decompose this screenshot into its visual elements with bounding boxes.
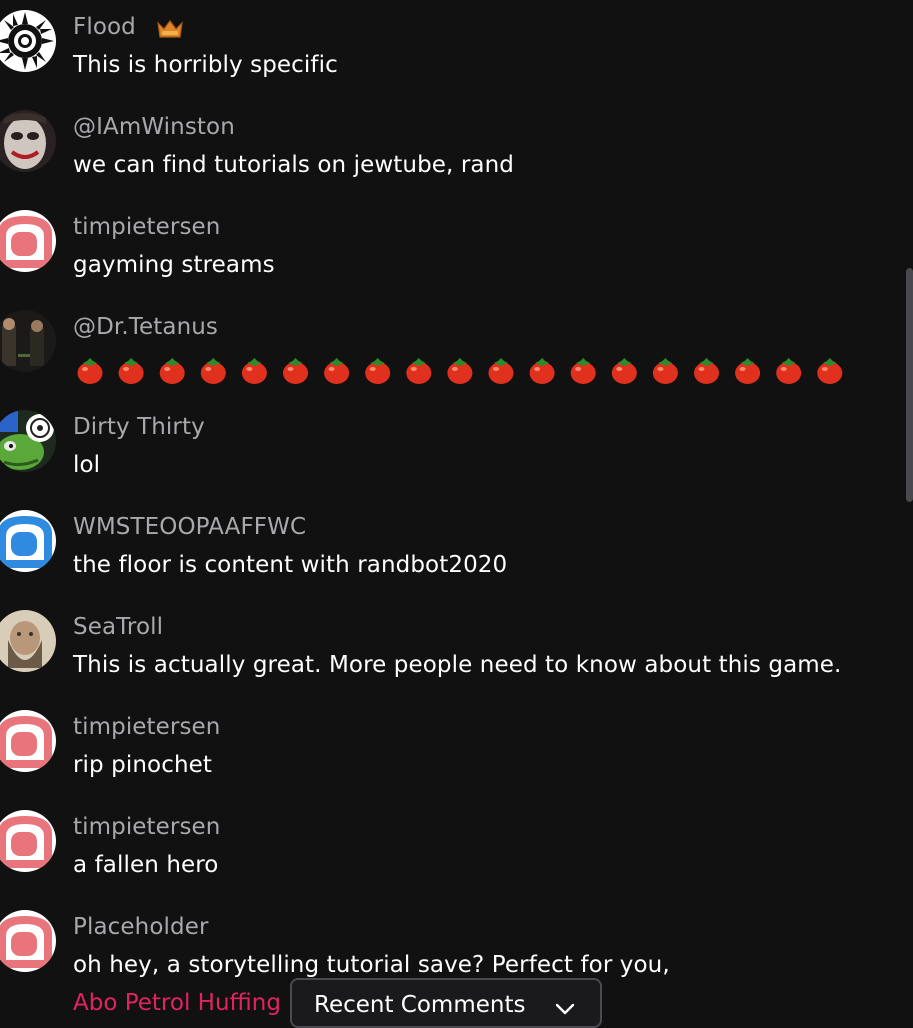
chat-message: @Dr.Tetanus [0, 300, 900, 400]
avatar[interactable] [0, 610, 56, 672]
message-text: This is horribly specific [73, 52, 338, 78]
movie-still-avatar-icon [0, 310, 56, 372]
avatar[interactable] [0, 910, 56, 972]
tomato-emote-icon [241, 358, 267, 384]
crown-badge-icon [157, 20, 183, 38]
avatar[interactable] [0, 10, 56, 72]
username[interactable]: timpietersen [73, 814, 221, 840]
message-text: the floor is content with randbot2020 [73, 552, 508, 578]
chat-message: @IAmWinston we can find tutorials on jew… [0, 100, 900, 200]
default-pink-avatar-icon [0, 210, 56, 272]
tomato-emote-icon [694, 358, 719, 384]
chat-feed: Flood This is horribly specific @IAmWins… [0, 0, 913, 1016]
default-pink-avatar-icon [0, 710, 56, 772]
avatar[interactable] [0, 210, 56, 272]
tomato-emote-icon [817, 358, 843, 384]
tomato-emote-icon [324, 358, 350, 384]
tomato-emote-icon [200, 358, 226, 384]
tomato-emote-icon [406, 358, 432, 384]
username[interactable]: SeaTroll [73, 614, 163, 640]
username[interactable]: @Dr.Tetanus [73, 314, 218, 340]
tomato-emote-icon [447, 358, 473, 384]
username[interactable]: Placeholder [73, 914, 209, 940]
tomato-emote-icon [611, 358, 637, 384]
chat-message: Flood This is horribly specific [0, 0, 900, 100]
chat-message: timpietersen a fallen hero [0, 800, 900, 900]
joker-face-avatar-icon [0, 110, 56, 172]
recent-comments-button[interactable]: Recent Comments [290, 978, 602, 1028]
tomato-emote-icon [365, 358, 391, 384]
tomato-emote-icon [118, 358, 144, 384]
chat-message: timpietersen rip pinochet [0, 700, 900, 800]
chat-message: WMSTEOOPAAFFWC the floor is content with… [0, 500, 900, 600]
sun-burst-avatar-icon [0, 10, 56, 72]
tomato-emote-icon [570, 358, 596, 384]
message-text: rip pinochet [73, 752, 212, 778]
bearded-face-avatar-icon [0, 610, 56, 672]
message-text: oh hey, a storytelling tutorial save? Pe… [73, 952, 670, 978]
tomato-emote-icon [529, 358, 555, 384]
tomato-emote-icon [735, 358, 761, 384]
tomato-emote-icon [77, 358, 103, 384]
username[interactable]: timpietersen [73, 714, 221, 740]
tomato-emote-icon [652, 358, 678, 384]
avatar[interactable] [0, 410, 56, 472]
avatar[interactable] [0, 310, 56, 372]
message-text: a fallen hero [73, 852, 219, 878]
pepe-green-avatar-icon [0, 410, 56, 472]
avatar[interactable] [0, 810, 56, 872]
avatar[interactable] [0, 710, 56, 772]
recent-comments-label: Recent Comments [314, 992, 526, 1018]
tomato-emote-icon [159, 358, 185, 384]
tomato-emotes [77, 358, 843, 384]
message-text: we can find tutorials on jewtube, rand [73, 152, 514, 178]
username[interactable]: @IAmWinston [73, 114, 235, 140]
username[interactable]: WMSTEOOPAAFFWC [73, 514, 306, 540]
tomato-emote-icon [283, 358, 308, 384]
chat-message: Dirty Thirty lol [0, 400, 900, 500]
avatar[interactable] [0, 510, 56, 572]
message-text: gayming streams [73, 252, 275, 278]
username[interactable]: Dirty Thirty [73, 414, 205, 440]
chevron-down-icon [555, 1003, 575, 1015]
scrollbar[interactable] [906, 268, 913, 502]
username[interactable]: timpietersen [73, 214, 221, 240]
chat-message: SeaTroll This is actually great. More pe… [0, 600, 900, 700]
message-text: This is actually great. More people need… [73, 652, 842, 678]
mention-text: Abo Petrol Huffing [73, 990, 281, 1016]
default-pink-avatar-icon [0, 910, 56, 972]
username[interactable]: Flood [73, 14, 136, 40]
default-pink-avatar-icon [0, 810, 56, 872]
tomato-emote-icon [776, 358, 802, 384]
avatar[interactable] [0, 110, 56, 172]
message-text: lol [73, 452, 101, 478]
default-blue-avatar-icon [0, 510, 56, 572]
tomato-emote-icon [488, 358, 514, 384]
chat-message: timpietersen gayming streams [0, 200, 900, 300]
